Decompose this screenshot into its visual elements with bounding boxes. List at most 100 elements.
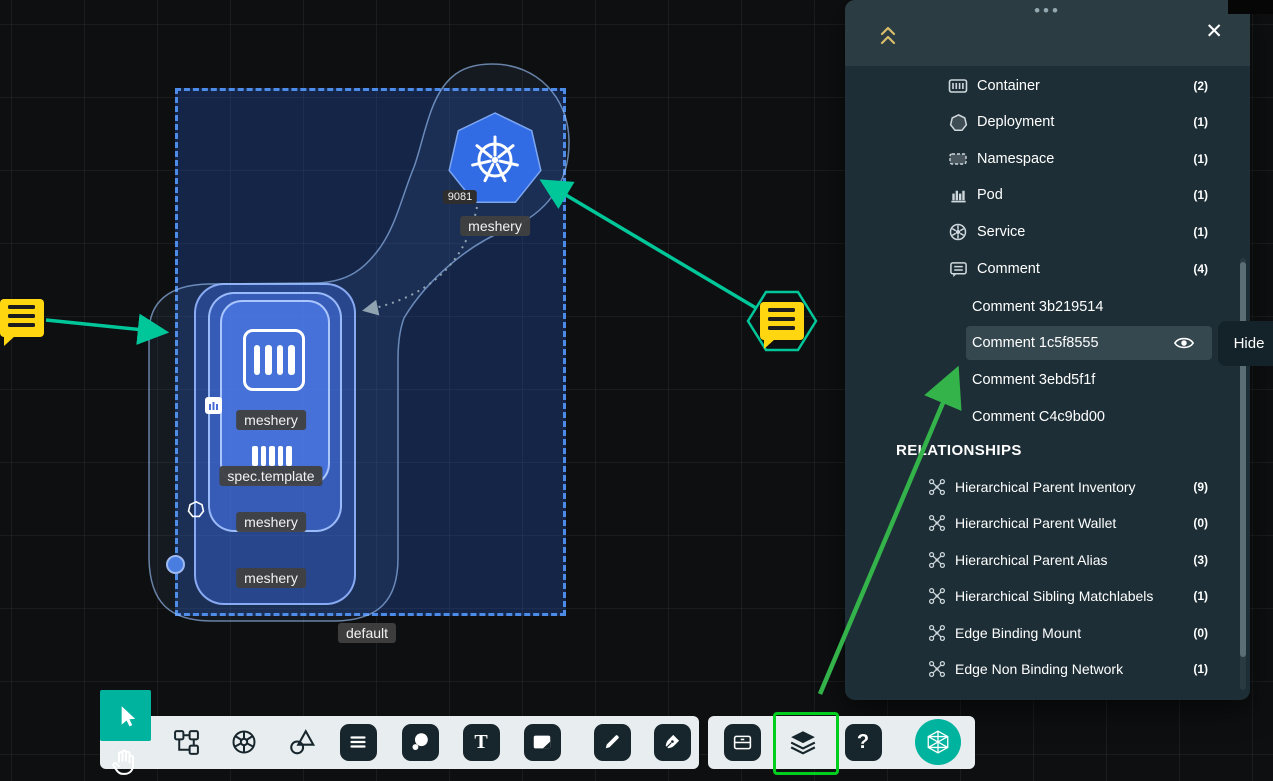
relationship-count: (0)	[1193, 626, 1208, 640]
relationship-row[interactable]: Edge Non Binding Network (1)	[845, 652, 1250, 686]
namespace-badge-icon	[166, 555, 185, 574]
panel-drag-handle[interactable]: •••	[1034, 1, 1061, 21]
relationship-icon	[928, 660, 946, 678]
drawer-tool-button[interactable]	[720, 720, 764, 764]
relationship-count: (9)	[1193, 480, 1208, 494]
relationships-header: RELATIONSHIPS	[896, 442, 1022, 459]
hide-tooltip: Hide	[1218, 321, 1273, 366]
relationship-label: Hierarchical Parent Inventory	[955, 479, 1136, 495]
panel-row-namespace[interactable]: Namespace (1)	[845, 142, 1250, 176]
relationship-count: (1)	[1193, 662, 1208, 676]
relationship-label: Edge Non Binding Network	[955, 661, 1123, 677]
deployment-icon	[948, 112, 968, 132]
cursor-icon	[113, 703, 139, 729]
namespace-label: meshery	[236, 568, 306, 588]
pod-icon	[948, 185, 968, 205]
comment-list-item[interactable]: Comment 3ebd5f1f	[845, 363, 1250, 397]
relationship-row[interactable]: Hierarchical Sibling Matchlabels (1)	[845, 579, 1250, 613]
layers-tool-button[interactable]	[781, 720, 825, 764]
comment-list-item[interactable]: Comment 3b219514	[845, 290, 1250, 324]
relationship-row[interactable]: Hierarchical Parent Alias (3)	[845, 543, 1250, 577]
container-node-icon[interactable]	[243, 329, 305, 391]
component-label: Service	[977, 224, 1025, 240]
drawer-icon	[724, 724, 761, 761]
deployment-label: meshery	[236, 512, 306, 532]
port-badge: 9081	[443, 190, 477, 204]
relationship-icon	[928, 551, 946, 569]
component-label: Comment	[977, 261, 1040, 277]
component-count: (1)	[1193, 188, 1208, 202]
freeform-icon	[402, 724, 439, 761]
media-tool-button[interactable]	[520, 720, 564, 764]
comment-item-label: Comment C4c9bd00	[972, 409, 1105, 425]
relationship-row[interactable]: Hierarchical Parent Wallet (0)	[845, 506, 1250, 540]
component-label: Pod	[977, 187, 1003, 203]
component-count: (2)	[1193, 79, 1208, 93]
comment-item-label: Comment 3ebd5f1f	[972, 372, 1095, 388]
freeform-tool-button[interactable]	[398, 720, 442, 764]
comment-tool-button[interactable]	[336, 720, 380, 764]
relationship-label: Edge Binding Mount	[955, 625, 1081, 641]
text-tool-icon: T	[474, 731, 487, 754]
comment-node-selected[interactable]	[760, 302, 804, 340]
help-button[interactable]: ?	[841, 720, 885, 764]
relationship-label: Hierarchical Parent Alias	[955, 552, 1108, 568]
kubernetes-icon	[230, 728, 258, 756]
hide-tooltip-label: Hide	[1234, 335, 1265, 352]
relationship-icon	[928, 587, 946, 605]
schema-icon	[173, 729, 200, 756]
collapse-icon[interactable]	[878, 25, 898, 47]
pencil-tool-button[interactable]	[590, 720, 634, 764]
panel-row-container[interactable]: Container (2)	[845, 69, 1250, 103]
comment-tool-icon	[340, 724, 377, 761]
eye-icon[interactable]	[1169, 328, 1199, 358]
relationship-count: (1)	[1193, 589, 1208, 603]
text-tool-button[interactable]: T	[459, 720, 503, 764]
component-count: (1)	[1193, 225, 1208, 239]
shapes-icon	[288, 728, 316, 756]
namespace-icon	[948, 149, 968, 169]
comment-node-left[interactable]	[0, 299, 44, 337]
close-icon[interactable]: ✕	[1205, 21, 1223, 42]
help-icon: ?	[857, 731, 869, 754]
hand-icon	[109, 747, 139, 777]
schema-tool-button[interactable]	[164, 720, 208, 764]
comment-item-label: Comment 1c5f8555	[972, 335, 1099, 351]
top-right-box	[1228, 0, 1273, 14]
panel-row-deployment[interactable]: Deployment (1)	[845, 105, 1250, 139]
meshery-design-canvas: 9081 meshery meshery spec.template meshe…	[0, 0, 1273, 781]
elements-panel: ••• ✕ Container (2) Deployment (1)	[845, 0, 1250, 700]
pencil-icon	[594, 724, 631, 761]
meshery-logo-button[interactable]	[915, 719, 961, 765]
component-label: Deployment	[977, 114, 1054, 130]
panel-row-service[interactable]: Service (1)	[845, 215, 1250, 249]
relationship-label: Hierarchical Sibling Matchlabels	[955, 588, 1153, 604]
meshery-logo-icon	[925, 729, 951, 755]
relationship-icon	[928, 624, 946, 642]
panel-row-comment[interactable]: Comment (4)	[845, 252, 1250, 286]
component-label: Container	[977, 78, 1040, 94]
component-count: (1)	[1193, 152, 1208, 166]
panel-row-pod[interactable]: Pod (1)	[845, 178, 1250, 212]
relationship-icon	[928, 514, 946, 532]
relationship-icon	[928, 478, 946, 496]
pan-tool-button[interactable]	[106, 744, 142, 780]
relationship-row[interactable]: Hierarchical Parent Inventory (9)	[845, 470, 1250, 504]
relationship-count: (0)	[1193, 516, 1208, 530]
default-namespace-label: default	[338, 623, 396, 643]
panel-header: ••• ✕	[845, 0, 1250, 66]
pen-tool-button[interactable]	[650, 720, 694, 764]
media-icon	[524, 724, 561, 761]
service-label: meshery	[460, 216, 530, 236]
select-tool-button[interactable]	[100, 690, 151, 741]
component-label: Namespace	[977, 151, 1054, 167]
kubernetes-tool-button[interactable]	[222, 720, 266, 764]
pod-node-icon[interactable]	[246, 443, 298, 466]
comment-item-label: Comment 3b219514	[972, 299, 1103, 315]
deployment-badge-icon	[187, 500, 205, 518]
container-icon	[948, 76, 968, 96]
comment-list-item[interactable]: Comment C4c9bd00	[845, 400, 1250, 434]
shapes-tool-button[interactable]	[280, 720, 324, 764]
relationship-row[interactable]: Edge Binding Mount (0)	[845, 616, 1250, 650]
service-icon	[948, 222, 968, 242]
